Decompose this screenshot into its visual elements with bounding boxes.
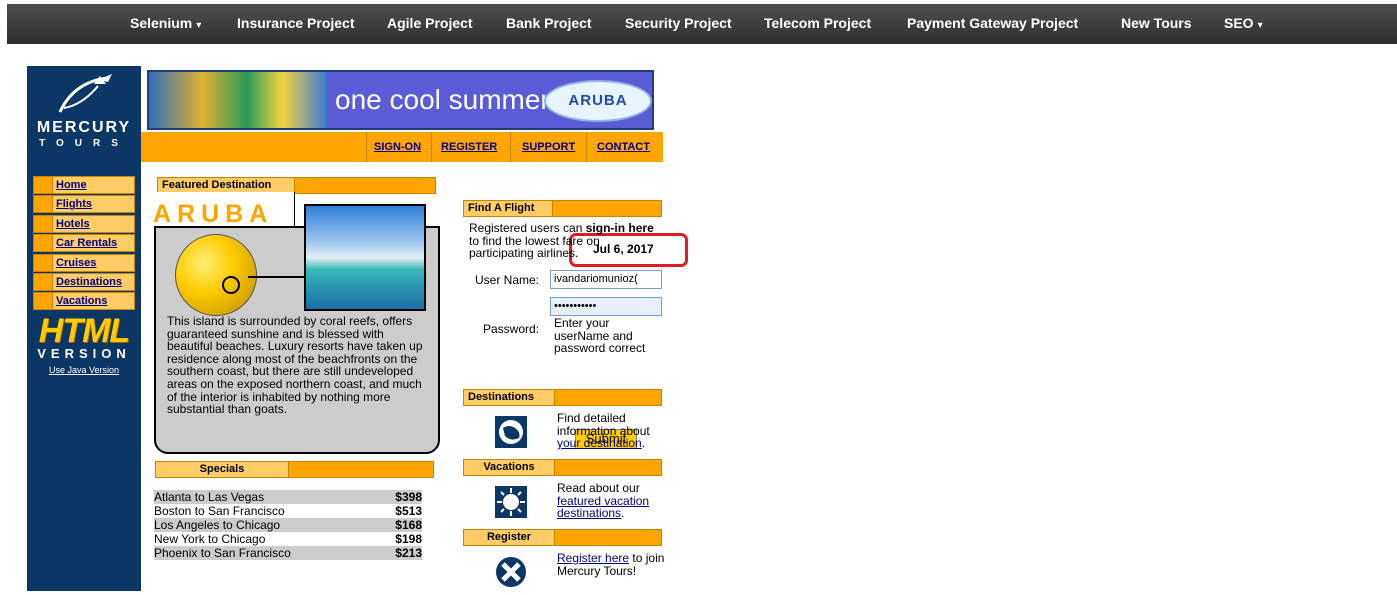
menu-link-flights[interactable]: Flights [53,196,92,212]
left-sidebar: MERCURY TOURS Home Flights Hotels Car Re… [27,66,141,591]
html-version-logo: HTML VERSION Use Java Version [33,314,135,375]
password-input[interactable]: ••••••••••• [550,297,662,316]
nav-new-tours[interactable]: New Tours [1121,15,1192,31]
logo-tours: TOURS [39,138,129,149]
register-header: Register [463,529,555,546]
nav-payment-gateway-project[interactable]: Payment Gateway Project [907,15,1078,31]
banner-tagline: one cool summer [335,84,550,115]
nav-bank-project[interactable]: Bank Project [506,15,592,31]
menu-link-hotels[interactable]: Hotels [53,216,90,232]
username-input[interactable]: ivandariomunioz( [550,270,662,289]
login-error-message: Enter your userName and password correct [554,316,646,356]
beach-photo [304,204,426,311]
username-label: User Name: [475,273,540,287]
version-text: VERSION [37,346,131,361]
featured-description: This island is surrounded by coral reefs… [167,314,423,417]
site-top-menu: SIGN-ON REGISTER SUPPORT CONTACT [141,132,663,162]
airplane-logo-icon [58,74,112,113]
support-link[interactable]: SUPPORT [522,141,575,153]
sign-on-link[interactable]: SIGN-ON [374,141,421,153]
register-badge-icon [493,554,529,590]
globe-icon [175,234,257,316]
html-logo-text: HTML [38,312,130,350]
left-menu: Home Flights Hotels Car Rentals Cruises … [33,176,135,312]
menu-item-hotels[interactable]: Hotels [33,214,135,233]
menu-link-home[interactable]: Home [53,177,87,193]
menu-item-cruises[interactable]: Cruises [33,253,135,272]
find-flight-intro: Registered users can sign-in here to fin… [469,221,654,261]
special-row: Los Angeles to Chicago $168 [154,518,422,532]
nav-agile-project[interactable]: Agile Project [387,15,473,31]
banner-photo [149,72,327,128]
nav-seo[interactable]: SEO ▾ [1224,15,1263,31]
aruba-logo: ARUBA [544,80,652,122]
nav-telecom-project[interactable]: Telecom Project [764,15,871,31]
register-link[interactable]: REGISTER [441,141,497,153]
divider [366,132,367,162]
contact-link[interactable]: CONTACT [597,141,650,153]
location-ring-icon [222,276,240,294]
menu-link-vacations[interactable]: Vacations [53,293,107,309]
destinations-header: Destinations [463,389,555,406]
destinations-text: Find detailed information about your des… [557,411,650,451]
menu-item-flights[interactable]: Flights [33,195,135,214]
special-row: Boston to San Francisco $513 [154,504,422,518]
specials-header: Specials [155,461,289,478]
menu-item-destinations[interactable]: Destinations [33,272,135,291]
divider [431,132,432,162]
password-label: Password: [483,322,540,336]
divider [510,132,511,162]
menu-item-vacations[interactable]: Vacations [33,292,135,311]
menu-link-cruises[interactable]: Cruises [53,255,96,271]
menu-link-car-rentals[interactable]: Car Rentals [53,235,117,251]
logo-mercury: MERCURY [36,119,132,136]
nav-selenium[interactable]: Selenium ▾ [130,15,201,31]
aruba-banner[interactable]: one cool summer ARUBA [147,70,654,130]
connector-line [248,276,304,278]
featured-vacation-link[interactable]: featured vacation destinations [557,494,649,521]
register-text: Register here to join Mercury Tours! [557,551,665,578]
divider [586,132,587,162]
globe-destination-icon [493,414,529,450]
find-flight-header: Find A Flight [463,200,553,217]
java-version-link[interactable]: Use Java Version [33,365,135,375]
nav-security-project[interactable]: Security Project [625,15,732,31]
menu-item-car-rentals[interactable]: Car Rentals [33,234,135,253]
vacations-header: Vacations [463,459,555,476]
sun-icon [493,484,529,520]
special-row: Atlanta to Las Vegas $398 [154,490,422,504]
mercury-tours-site: MERCURY TOURS Home Flights Hotels Car Re… [27,66,688,591]
menu-link-destinations[interactable]: Destinations [53,274,122,290]
vacations-text: Read about our featured vacation destina… [557,481,650,521]
featured-title: ARUBA [153,200,274,228]
special-row: Phoenix to San Francisco $213 [154,546,422,560]
special-row: New York to Chicago $198 [154,532,422,546]
top-navbar: Selenium ▾ Insurance Project Agile Projec… [7,4,1397,44]
nav-insurance-project[interactable]: Insurance Project [237,15,355,31]
your-destination-link[interactable]: your destination [557,436,642,450]
menu-item-home[interactable]: Home [33,176,135,194]
